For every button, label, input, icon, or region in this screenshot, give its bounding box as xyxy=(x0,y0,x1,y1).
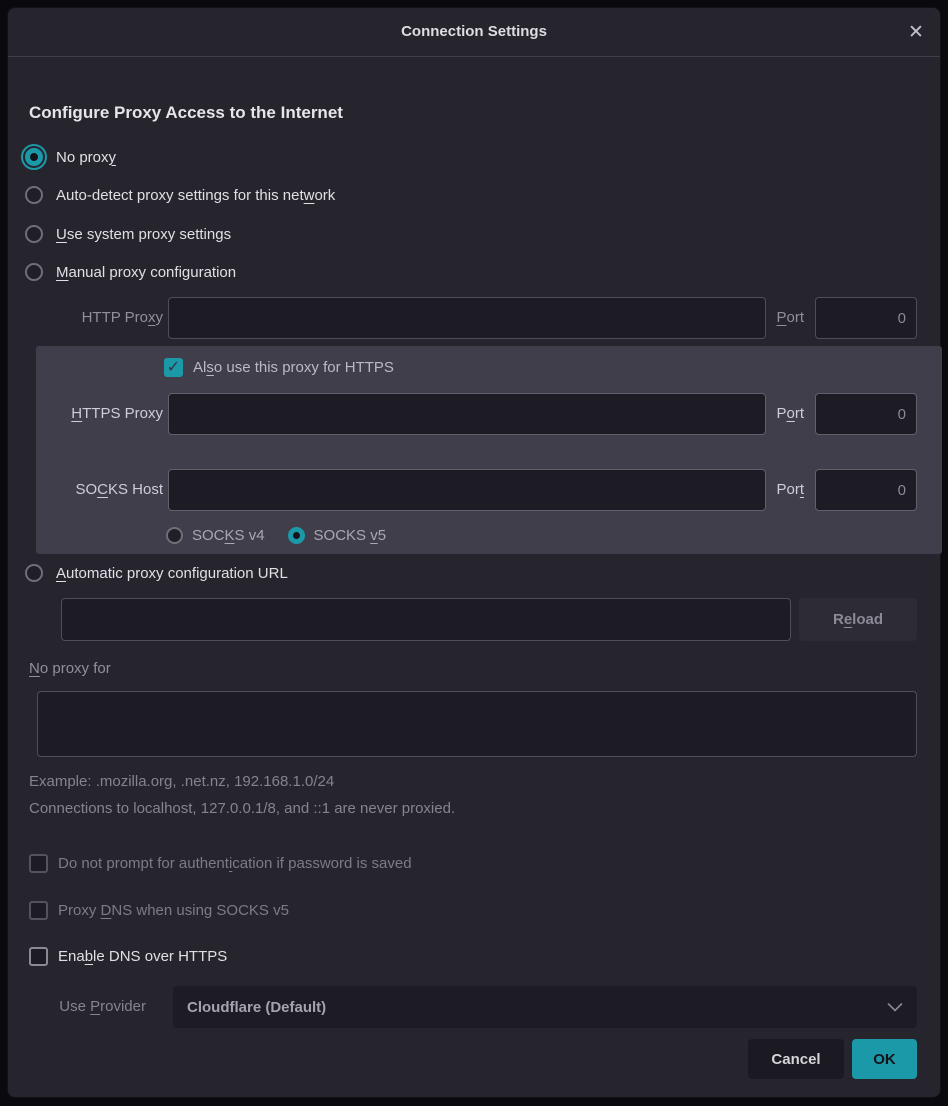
radio-system-proxy-label: Use system proxy settings xyxy=(56,226,231,243)
http-proxy-label: HTTP Proxy xyxy=(33,297,163,339)
radio-socks-v4-label: SOCKS v4 xyxy=(192,527,265,544)
radio-manual-proxy-label: Manual proxy configuration xyxy=(56,264,236,281)
https-port-label: Port xyxy=(764,393,804,435)
no-prompt-auth-label: Do not prompt for authentication if pass… xyxy=(58,855,412,872)
proxy-dns-socks5-label: Proxy DNS when using SOCKS v5 xyxy=(58,902,289,919)
http-port-input[interactable] xyxy=(815,297,917,339)
chevron-down-icon xyxy=(887,1003,903,1012)
radio-row-manual-proxy[interactable]: Manual proxy configuration xyxy=(25,259,236,285)
socks-port-label: Port xyxy=(764,469,804,511)
enable-doh-row[interactable]: Enable DNS over HTTPS xyxy=(29,946,227,966)
radio-no-proxy-label: No proxy xyxy=(56,149,116,166)
radio-socks-v5-label: SOCKS v5 xyxy=(314,527,387,544)
cancel-button-label: Cancel xyxy=(771,1051,820,1068)
socks-host-input[interactable] xyxy=(168,469,766,511)
socks-port-input[interactable] xyxy=(815,469,917,511)
dialog-title: Connection Settings xyxy=(8,8,940,56)
no-proxy-for-textarea[interactable] xyxy=(37,691,917,757)
close-icon[interactable]: ✕ xyxy=(902,18,930,46)
provider-dropdown-value: Cloudflare (Default) xyxy=(187,999,326,1016)
socks-host-label: SOCKS Host xyxy=(33,469,163,511)
ok-button[interactable]: OK xyxy=(852,1039,917,1079)
proxy-dns-socks5-row[interactable]: Proxy DNS when using SOCKS v5 xyxy=(29,900,289,920)
use-provider-label: Use Provider xyxy=(29,986,146,1028)
no-prompt-auth-row[interactable]: Do not prompt for authentication if pass… xyxy=(29,853,412,873)
radio-socks-v5[interactable] xyxy=(288,527,305,544)
http-port-label: Port xyxy=(764,297,804,339)
ok-button-label: OK xyxy=(873,1051,896,1068)
enable-doh-checkbox[interactable] xyxy=(29,947,48,966)
https-proxy-label: HTTPS Proxy xyxy=(33,393,163,435)
proxy-dns-socks5-checkbox[interactable] xyxy=(29,901,48,920)
connection-settings-dialog: Connection Settings ✕ Configure Proxy Ac… xyxy=(7,7,941,1098)
radio-autoconfig[interactable] xyxy=(25,564,43,582)
radio-system-proxy[interactable] xyxy=(25,225,43,243)
radio-manual-proxy[interactable] xyxy=(25,263,43,281)
radio-no-proxy[interactable] xyxy=(25,148,43,166)
also-https-row[interactable]: ✓ Also use this proxy for HTTPS xyxy=(164,357,394,377)
also-https-label: Also use this proxy for HTTPS xyxy=(193,359,394,376)
provider-dropdown[interactable]: Cloudflare (Default) xyxy=(173,986,917,1028)
titlebar: Connection Settings ✕ xyxy=(8,8,940,57)
no-prompt-auth-checkbox[interactable] xyxy=(29,854,48,873)
https-proxy-input[interactable] xyxy=(168,393,766,435)
https-socks-highlight-band xyxy=(36,346,942,554)
radio-row-autoconfig[interactable]: Automatic proxy configuration URL xyxy=(25,560,288,586)
autoconfig-url-input[interactable] xyxy=(61,598,791,641)
page-title: Configure Proxy Access to the Internet xyxy=(29,103,343,123)
https-port-input[interactable] xyxy=(815,393,917,435)
radio-row-no-proxy[interactable]: No proxy xyxy=(25,144,116,170)
http-proxy-input[interactable] xyxy=(168,297,766,339)
no-proxy-example-text: Example: .mozilla.org, .net.nz, 192.168.… xyxy=(29,773,334,790)
enable-doh-label: Enable DNS over HTTPS xyxy=(58,948,227,965)
reload-button[interactable]: Reload xyxy=(799,598,917,641)
reload-button-label: Reload xyxy=(833,611,883,628)
radio-row-system-proxy[interactable]: Use system proxy settings xyxy=(25,221,231,247)
also-https-checkbox[interactable]: ✓ xyxy=(164,358,183,377)
radio-socks-v4[interactable] xyxy=(166,527,183,544)
socks-version-group: SOCKS v4 SOCKS v5 xyxy=(166,525,386,545)
radio-auto-detect[interactable] xyxy=(25,186,43,204)
radio-autoconfig-label: Automatic proxy configuration URL xyxy=(56,565,288,582)
radio-auto-detect-label: Auto-detect proxy settings for this netw… xyxy=(56,187,335,204)
cancel-button[interactable]: Cancel xyxy=(748,1039,844,1079)
screen: { "colors": { "accent": "#1b99a9", "dial… xyxy=(0,0,948,1106)
radio-row-auto-detect[interactable]: Auto-detect proxy settings for this netw… xyxy=(25,182,335,208)
no-proxy-note-text: Connections to localhost, 127.0.0.1/8, a… xyxy=(29,800,455,817)
no-proxy-for-label: No proxy for xyxy=(29,660,111,677)
